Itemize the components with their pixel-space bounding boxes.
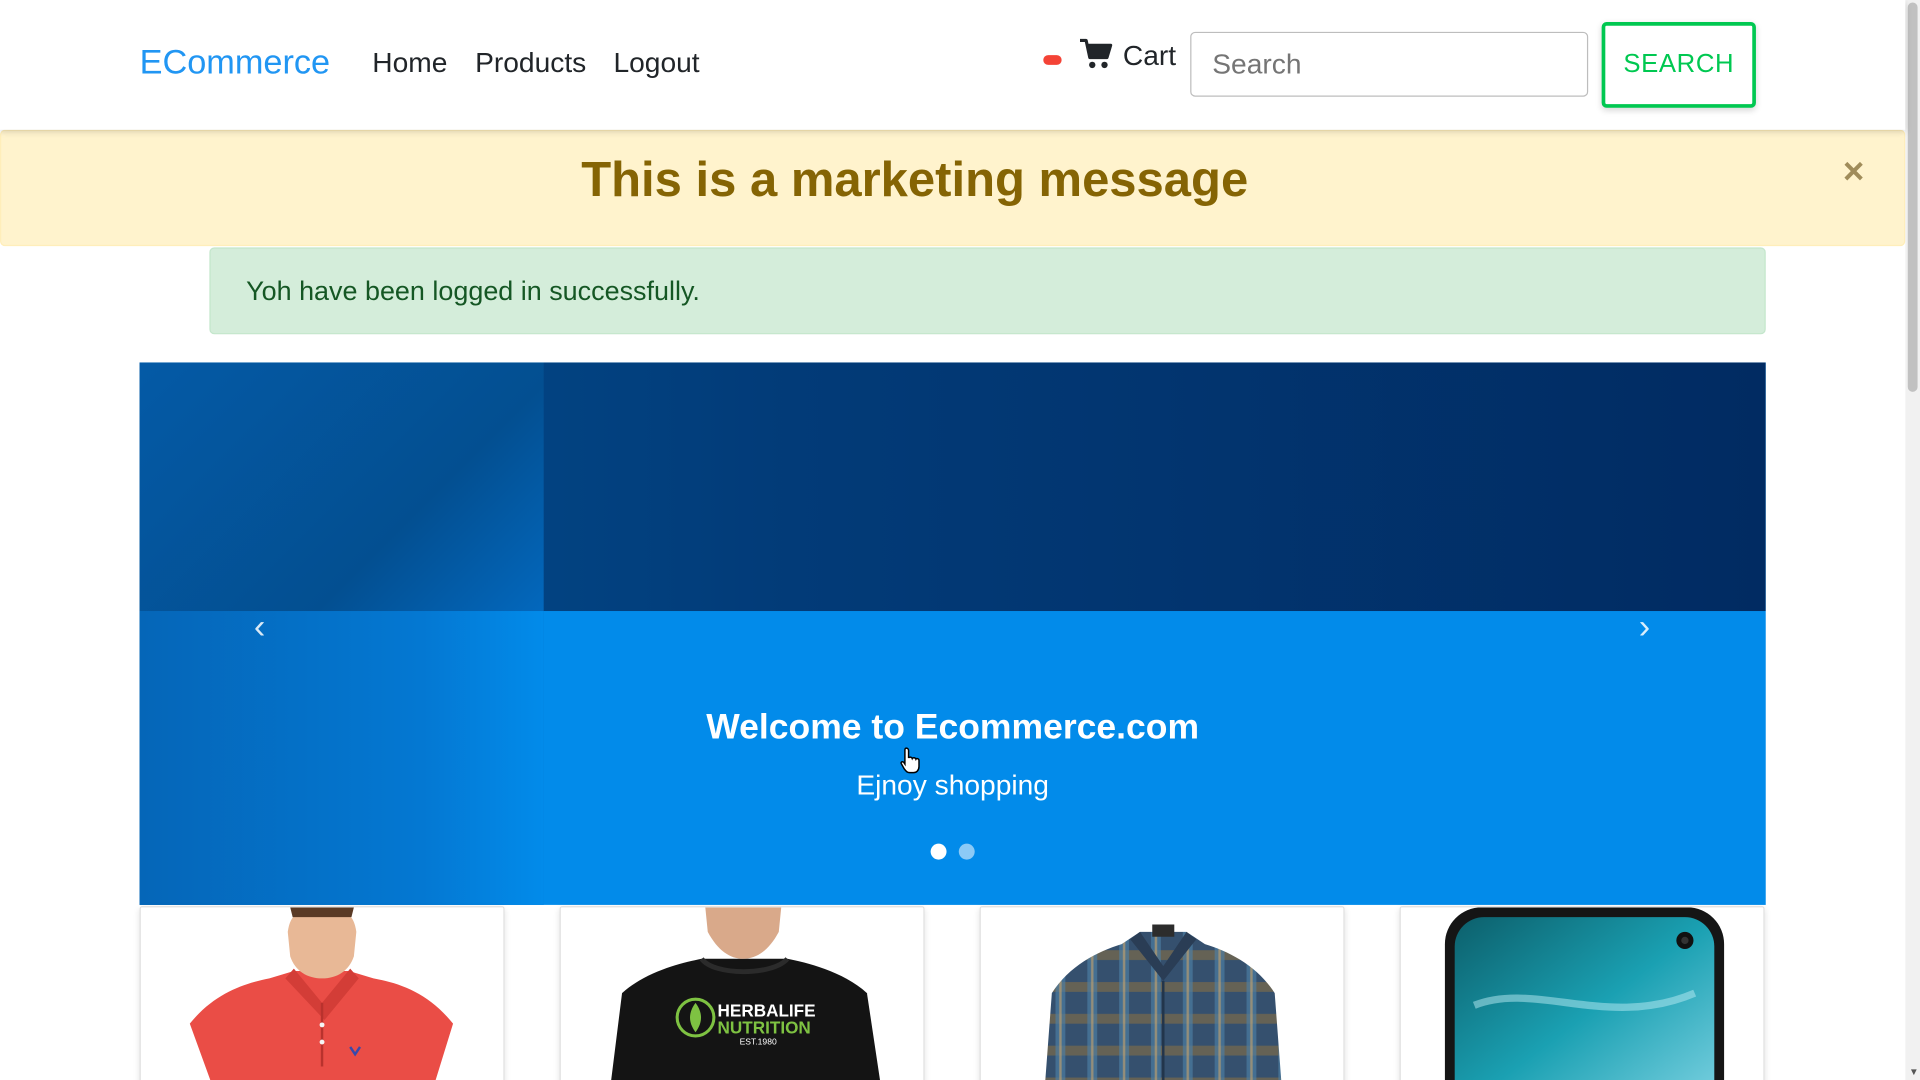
red-polo-shirt-image	[140, 907, 504, 1080]
search-button[interactable]: SEARCH	[1601, 22, 1756, 108]
login-success-alert: Yoh have been logged in successfully.	[209, 247, 1766, 335]
cart-link[interactable]: Cart	[1123, 39, 1176, 72]
product-card[interactable]: HERBALIFE NUTRITION EST.1980	[559, 906, 925, 1080]
page: ECommerce Home Products Logout Cart SEAR…	[0, 0, 1920, 1080]
tshirt-print-line3: EST.1980	[740, 1036, 777, 1046]
marketing-message: This is a marketing message	[581, 153, 1249, 207]
carousel-subtitle: Ejnoy shopping	[856, 768, 1049, 801]
search-input[interactable]	[1190, 31, 1589, 97]
product-card[interactable]	[1399, 906, 1765, 1080]
navbar: ECommerce Home Products Logout Cart SEAR…	[0, 0, 1906, 130]
close-icon[interactable]: ×	[1843, 152, 1864, 194]
scroll-down-icon[interactable]: ▼	[1909, 1067, 1919, 1078]
nav-link-products[interactable]: Products	[475, 47, 586, 80]
alert-message: Yoh have been logged in successfully.	[246, 275, 700, 307]
carousel-indicator-2[interactable]	[958, 843, 975, 860]
carousel-next-icon[interactable]: ›	[1608, 607, 1681, 656]
hero-carousel: ‹ › Welcome to Ecommerce.com Ejnoy shopp…	[139, 362, 1766, 905]
nav-link-logout[interactable]: Logout	[613, 47, 699, 80]
page-scrollbar[interactable]: ▼	[1905, 0, 1920, 1080]
smartphone-image	[1400, 907, 1764, 1080]
marketing-banner: This is a marketing message	[0, 129, 1906, 247]
product-card[interactable]	[979, 906, 1345, 1080]
hand-cursor-icon	[900, 747, 920, 774]
carousel-title: Welcome to Ecommerce.com	[706, 707, 1200, 747]
carousel-prev-icon[interactable]: ‹	[223, 607, 296, 656]
tshirt-print-line2: NUTRITION	[718, 1017, 811, 1037]
plaid-shirt-image	[980, 907, 1344, 1080]
product-card[interactable]	[139, 906, 505, 1080]
carousel-indicator-1[interactable]	[930, 843, 947, 860]
cart-count-badge	[1043, 55, 1062, 65]
slide-background-left-lower	[139, 611, 544, 905]
brand-logo[interactable]: ECommerce	[140, 43, 331, 82]
black-tshirt-image: HERBALIFE NUTRITION EST.1980	[560, 907, 924, 1080]
nav-link-home[interactable]: Home	[372, 47, 447, 80]
scrollbar-thumb[interactable]	[1907, 2, 1918, 392]
cart-icon[interactable]	[1079, 38, 1113, 70]
